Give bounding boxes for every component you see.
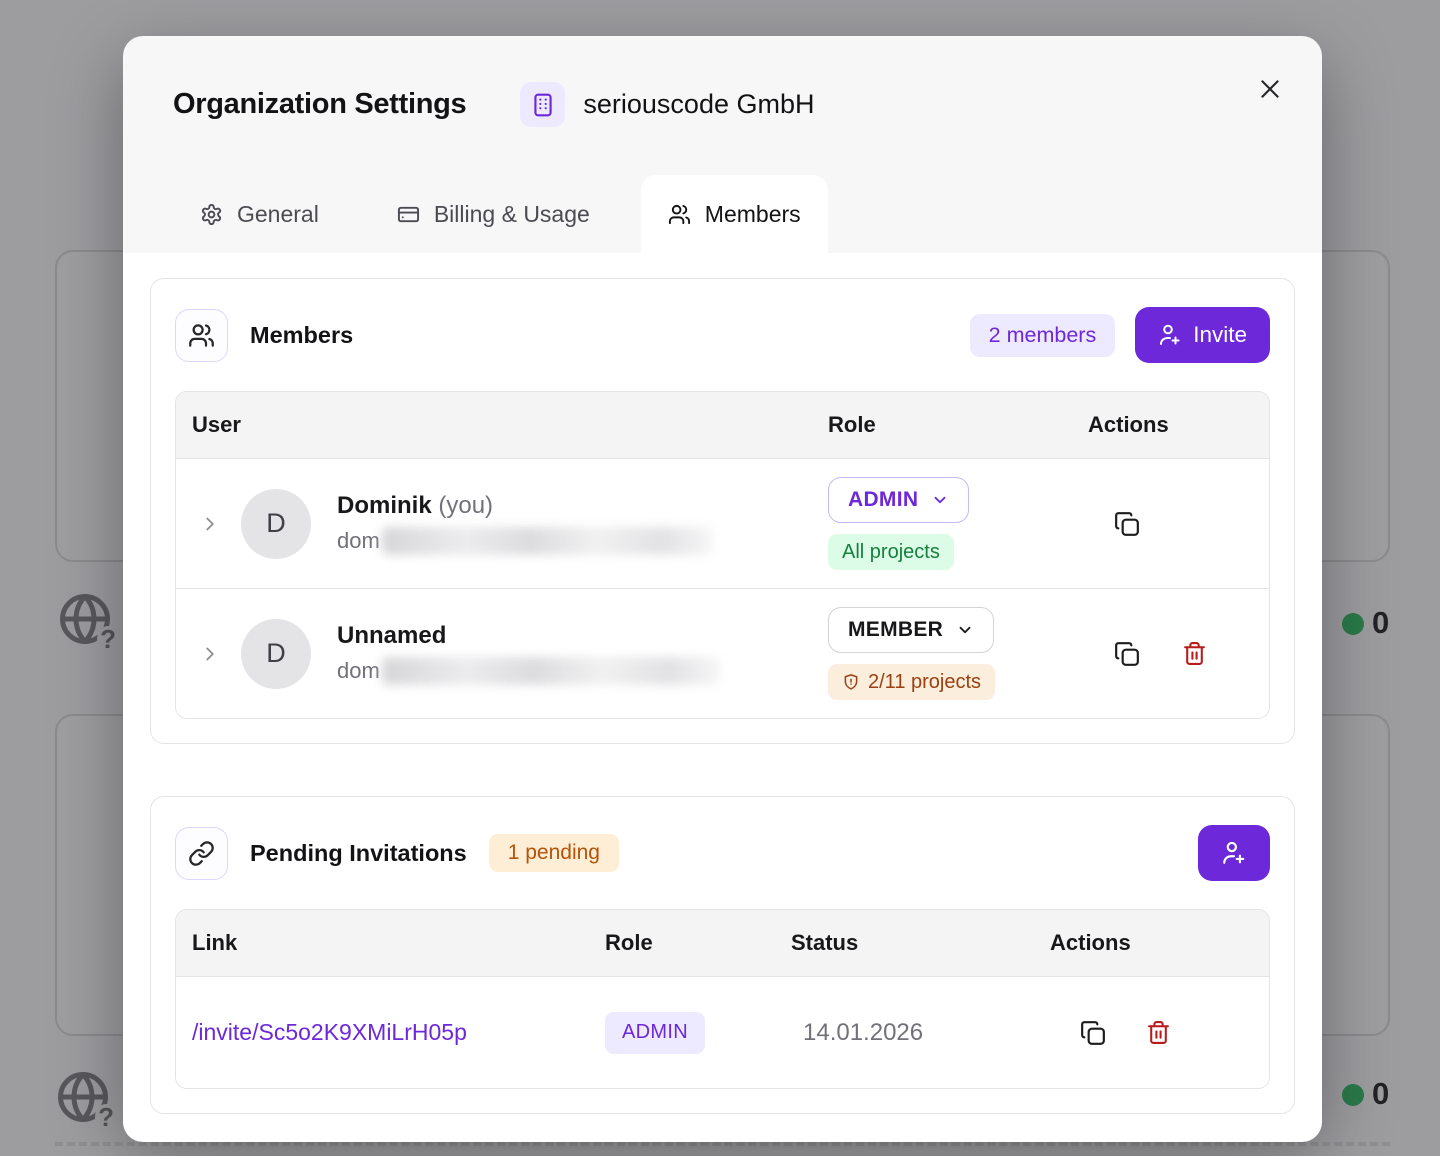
members-section: Members 2 members Invite User Role Actio… [150, 278, 1295, 744]
pending-invitations-table: Link Role Status Actions /invite/Sc5o2K9… [175, 909, 1270, 1089]
status-dot [1342, 1084, 1364, 1106]
role-badge: ADMIN [605, 1012, 705, 1054]
expand-row-button[interactable] [199, 643, 221, 665]
member-row: D Dominik (you) dom [176, 458, 1269, 588]
you-suffix: (you) [438, 492, 493, 519]
create-invite-button[interactable] [1198, 825, 1270, 881]
role-dropdown[interactable]: MEMBER [828, 607, 994, 653]
trash-icon [1182, 641, 1207, 666]
column-header-role: Role [828, 412, 1088, 438]
close-icon [1257, 76, 1283, 102]
redacted-email [382, 527, 712, 555]
trash-icon [1146, 1020, 1171, 1045]
user-plus-icon [1221, 840, 1247, 866]
copy-icon [1114, 641, 1140, 667]
members-table-header: User Role Actions [176, 392, 1269, 458]
building-icon [520, 82, 565, 127]
tab-label: Billing & Usage [434, 201, 590, 228]
invite-button[interactable]: Invite [1135, 307, 1270, 363]
link-icon [175, 827, 228, 880]
column-header-actions: Actions [1088, 412, 1269, 438]
members-table: User Role Actions D Dominik [175, 391, 1270, 719]
tab-general[interactable]: General [173, 175, 346, 253]
delete-invite-button[interactable] [1146, 1020, 1171, 1045]
status-dot [1342, 613, 1364, 635]
tab-members[interactable]: Members [641, 175, 828, 253]
users-icon [175, 309, 228, 362]
column-header-user: User [176, 412, 828, 438]
member-email: dom [337, 527, 712, 555]
pending-invitations-section: Pending Invitations 1 pending Link Role … [150, 796, 1295, 1114]
copy-icon [1114, 511, 1140, 537]
column-header-role: Role [605, 930, 791, 956]
avatar: D [241, 489, 311, 559]
projects-access-badge: All projects [828, 534, 954, 570]
page-title: Organization Settings [173, 88, 466, 121]
expand-row-button[interactable] [199, 513, 221, 535]
organization-settings-modal: Organization Settings seriouscode GmbH G… [123, 36, 1322, 1128]
close-button[interactable] [1256, 75, 1284, 103]
member-email: dom [337, 657, 720, 685]
member-name: Unnamed [337, 622, 720, 650]
column-header-status: Status [791, 930, 1050, 956]
gear-icon [200, 203, 223, 226]
chevron-down-icon [956, 621, 974, 639]
copy-button[interactable] [1114, 511, 1140, 537]
org-chip: seriouscode GmbH [520, 82, 814, 127]
delete-member-button[interactable] [1182, 641, 1207, 666]
modal-body: Members 2 members Invite User Role Actio… [123, 253, 1322, 1142]
copy-button[interactable] [1114, 641, 1140, 667]
tab-label: Members [705, 201, 801, 228]
column-header-link: Link [176, 930, 605, 956]
copy-link-button[interactable] [1080, 1020, 1106, 1046]
invite-link[interactable]: /invite/Sc5o2K9XMiLrH05p [192, 1019, 467, 1046]
redacted-email [382, 657, 720, 685]
pending-invitation-row: /invite/Sc5o2K9XMiLrH05p ADMIN 14.01.202… [176, 976, 1269, 1088]
dashed-divider [55, 1142, 1390, 1146]
chevron-right-icon [199, 513, 221, 535]
users-icon [668, 203, 691, 226]
globe-question-icon: ? [56, 1070, 110, 1124]
chevron-down-icon [931, 491, 949, 509]
role-dropdown[interactable]: ADMIN [828, 477, 969, 523]
section-title: Members [250, 322, 353, 349]
copy-icon [1080, 1020, 1106, 1046]
column-header-actions: Actions [1050, 930, 1269, 956]
pending-count-badge: 1 pending [489, 834, 619, 872]
count-label: 0 [1372, 1076, 1389, 1112]
org-name: seriouscode GmbH [583, 89, 814, 120]
projects-access-badge: 2/11 projects [828, 664, 995, 700]
modal-header: Organization Settings seriouscode GmbH G… [123, 36, 1322, 253]
tab-billing-usage[interactable]: Billing & Usage [370, 175, 617, 253]
pending-table-header: Link Role Status Actions [176, 910, 1269, 976]
user-plus-icon [1158, 323, 1182, 347]
member-name: Dominik (you) [337, 492, 712, 520]
count-label: 0 [1372, 605, 1389, 641]
section-title: Pending Invitations [250, 840, 467, 867]
tab-label: General [237, 201, 319, 228]
invite-expiry-date: 14.01.2026 [791, 977, 1050, 1088]
globe-question-icon: ? [58, 592, 112, 646]
members-count-badge: 2 members [970, 314, 1116, 357]
credit-card-icon [397, 203, 420, 226]
chevron-right-icon [199, 643, 221, 665]
tab-bar: General Billing & Usage Members [173, 175, 828, 253]
avatar: D [241, 619, 311, 689]
shield-icon [842, 673, 860, 691]
member-row: D Unnamed dom ME [176, 588, 1269, 718]
